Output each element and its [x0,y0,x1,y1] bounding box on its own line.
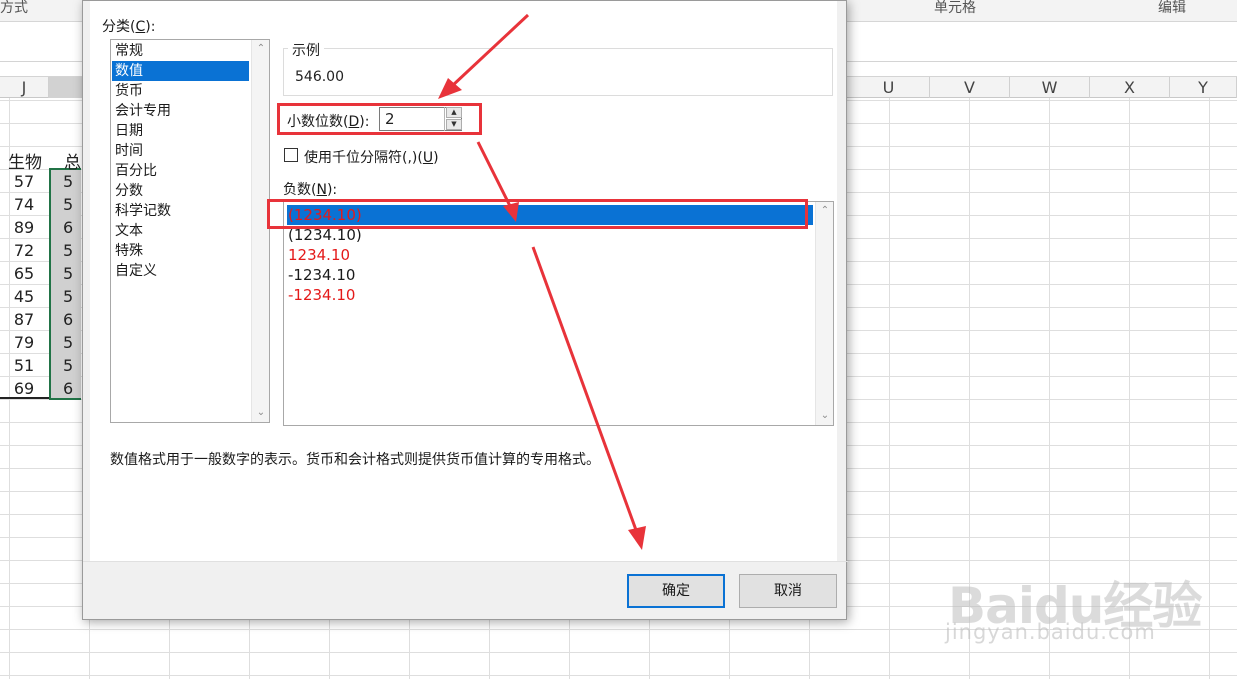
annotation-arrow-icon [531,246,646,550]
annotation-arrow-icon [438,13,530,99]
annotation-arrow-icon [476,141,519,222]
baidu-watermark-url: jingyan.baidu.com [945,620,1156,644]
